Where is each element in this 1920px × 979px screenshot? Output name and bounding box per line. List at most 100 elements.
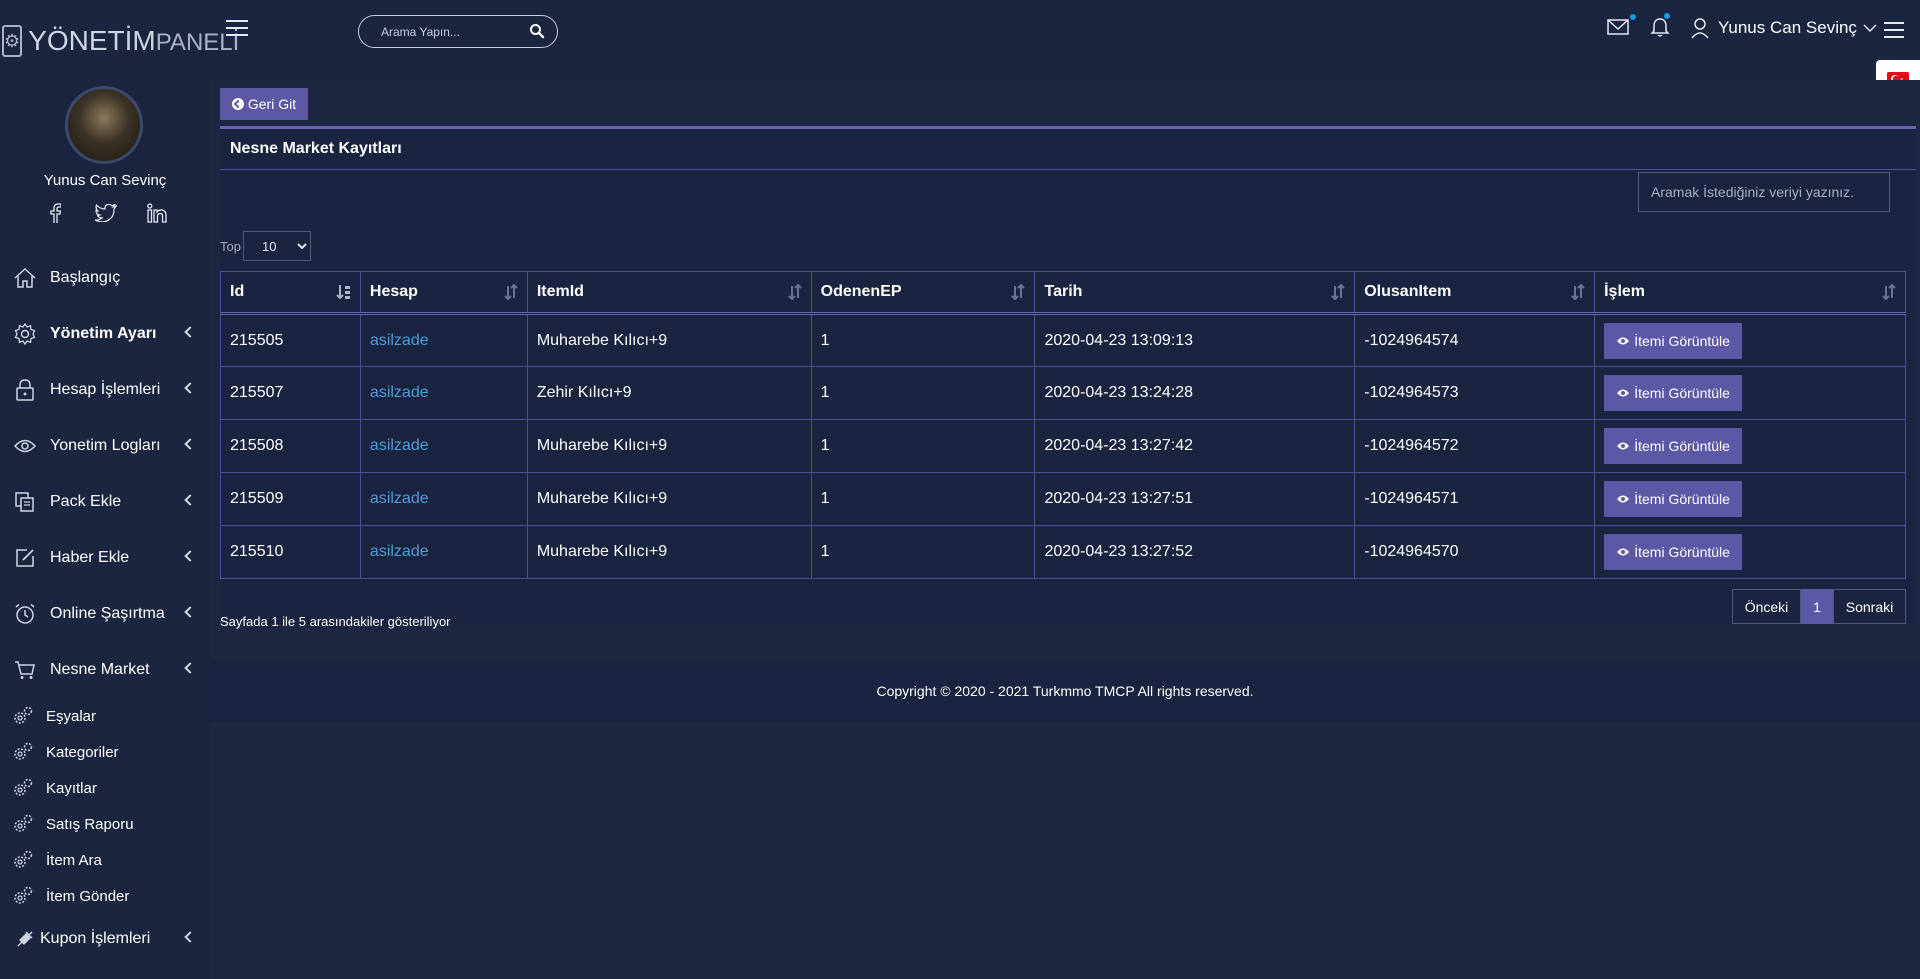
column-header-hesap[interactable]: Hesap — [359, 271, 528, 315]
social-links — [44, 202, 168, 224]
view-item-button[interactable]: İtemi Görüntüle — [1604, 322, 1743, 359]
alarm-clock-icon — [14, 603, 36, 625]
cell-hesap-link[interactable]: asilzade — [359, 419, 528, 473]
cell-hesap-link[interactable]: asilzade — [359, 313, 528, 367]
back-button[interactable]: Geri Git — [220, 88, 308, 120]
chevron-down-icon — [1863, 24, 1877, 33]
sidebar-menu: Başlangıç Yönetim Ayarı Hesap İşlemleri … — [0, 250, 210, 964]
sidebar-item-label: Kupon İşlemleri — [40, 930, 151, 947]
column-header-itemid[interactable]: ItemId — [526, 271, 812, 315]
sidebar-subitem-label: Kayıtlar — [46, 779, 97, 797]
sidebar-subitem-item-gonder[interactable]: İtem Gönder — [0, 878, 210, 914]
sidebar-item-label: Pack Ekle — [50, 493, 122, 510]
table-header-row: Id Hesap ItemId OdenenEP Tarih OlusanIte… — [220, 271, 1906, 315]
cell-itemid: Zehir Kılıcı+9 — [526, 366, 812, 420]
cell-islem: İtemi Görüntüle — [1594, 419, 1906, 473]
sidebar-subitem-satis-raporu[interactable]: Satış Raporu — [0, 806, 210, 842]
sort-icon — [1882, 284, 1896, 300]
twitter-icon[interactable] — [95, 202, 117, 224]
main-content: Geri Git Nesne Market Kayıtları Top 10 I… — [210, 80, 1920, 979]
user-name: Yunus Can Sevinç — [1718, 18, 1857, 37]
eye-icon — [1617, 442, 1630, 450]
sidebar-item-haber-ekle[interactable]: Haber Ekle — [0, 530, 210, 586]
page-length-control: Top 10 — [220, 231, 311, 261]
view-item-button[interactable]: İtemi Görüntüle — [1604, 428, 1743, 464]
mail-badge — [1630, 14, 1636, 20]
sidebar-item-pack-ekle[interactable]: Pack Ekle — [0, 474, 210, 530]
page-length-select[interactable]: 10 — [242, 231, 311, 261]
cell-islem: İtemi Görüntüle — [1594, 366, 1906, 420]
sidebar-toggle-icon[interactable] — [226, 20, 248, 38]
search-icon[interactable] — [529, 23, 545, 39]
chevron-left-icon — [184, 931, 196, 943]
table-search-input[interactable] — [1638, 172, 1890, 212]
view-item-button[interactable]: İtemi Görüntüle — [1604, 375, 1743, 411]
lock-icon — [14, 379, 36, 401]
pagination-previous-button[interactable]: Önceki — [1732, 589, 1801, 624]
bell-icon[interactable] — [1649, 16, 1671, 38]
sidebar-item-yonetim-ayari[interactable]: Yönetim Ayarı — [0, 306, 210, 362]
sort-asc-icon — [336, 285, 350, 300]
user-menu[interactable]: Yunus Can Sevinç — [1690, 16, 1877, 40]
column-header-odenenep[interactable]: OdenenEP — [810, 271, 1036, 315]
sidebar-subitem-kayitlar[interactable]: Kayıtlar — [0, 770, 210, 806]
mail-icon[interactable] — [1607, 18, 1629, 36]
search-input[interactable] — [359, 24, 519, 39]
view-item-label: İtemi Görüntüle — [1634, 491, 1730, 507]
back-button-label: Geri Git — [247, 96, 297, 112]
cell-odenenep: 1 — [810, 472, 1036, 526]
copyright-text: Copyright © 2020 - 2021 Turkmmo TMCP All… — [876, 683, 1254, 699]
sidebar-item-yonetim-loglari[interactable]: Yonetim Logları — [0, 418, 210, 474]
profile-name: Yunus Can Sevinç — [43, 172, 167, 189]
menu-icon[interactable] — [1884, 22, 1904, 40]
cell-itemid: Muharebe Kılıcı+9 — [526, 313, 812, 367]
cell-olusanitem: -1024964571 — [1354, 472, 1596, 526]
sidebar: Yunus Can Sevinç Başlangıç Yönetim Ayarı… — [0, 80, 210, 979]
logo-main-text: YÖNETİM — [28, 25, 156, 56]
chevron-left-icon — [184, 606, 196, 618]
view-item-button[interactable]: İtemi Görüntüle — [1604, 534, 1743, 570]
cell-odenenep: 1 — [810, 366, 1036, 420]
sidebar-item-baslangic[interactable]: Başlangıç — [0, 250, 210, 306]
gears-icon — [12, 741, 34, 763]
sidebar-item-online-sasirtma[interactable]: Online Şaşırtma — [0, 586, 210, 642]
cell-id: 215505 — [220, 313, 361, 367]
cell-id: 215509 — [220, 472, 361, 526]
footer: Copyright © 2020 - 2021 Turkmmo TMCP All… — [210, 660, 1920, 722]
cell-hesap-link[interactable]: asilzade — [359, 366, 528, 420]
chevron-left-icon — [184, 382, 196, 394]
pagination-page-button[interactable]: 1 — [1801, 589, 1833, 624]
column-header-olusanitem[interactable]: OlusanItem — [1354, 271, 1596, 315]
sidebar-item-nesne-market[interactable]: Nesne Market — [0, 642, 210, 698]
avatar[interactable] — [65, 86, 143, 164]
sidebar-subitem-item-ara[interactable]: İtem Ara — [0, 842, 210, 878]
column-header-islem[interactable]: İşlem — [1594, 271, 1906, 315]
sidebar-subitem-esyalar[interactable]: Eşyalar — [0, 698, 210, 734]
column-header-label: OlusanItem — [1364, 283, 1452, 300]
sort-icon — [1571, 284, 1585, 300]
column-header-label: Hesap — [369, 283, 418, 300]
view-item-button[interactable]: İtemi Görüntüle — [1604, 481, 1743, 517]
brand-logo[interactable]: ⚙ YÖNETİMPANELİ — [0, 20, 239, 62]
cell-tarih: 2020-04-23 13:27:42 — [1034, 419, 1356, 473]
column-header-tarih[interactable]: Tarih — [1034, 271, 1356, 315]
pagination-next-button[interactable]: Sonraki — [1833, 589, 1906, 624]
view-item-label: İtemi Görüntüle — [1634, 385, 1730, 401]
cell-hesap-link[interactable]: asilzade — [359, 472, 528, 526]
column-header-id[interactable]: Id — [220, 271, 361, 315]
page-length-label: Top — [220, 238, 241, 254]
eye-icon — [1617, 389, 1630, 397]
cell-olusanitem: -1024964572 — [1354, 419, 1596, 473]
sort-icon — [1331, 284, 1345, 300]
table-row: 215507 asilzade Zehir Kılıcı+9 1 2020-04… — [220, 366, 1906, 420]
sidebar-subitem-label: İtem Gönder — [46, 887, 130, 905]
eye-icon — [14, 435, 36, 457]
sidebar-item-hesap-islemleri[interactable]: Hesap İşlemleri — [0, 362, 210, 418]
cell-tarih: 2020-04-23 13:27:52 — [1034, 525, 1356, 579]
facebook-icon[interactable] — [44, 202, 66, 224]
linkedin-icon[interactable] — [146, 202, 168, 224]
cell-hesap-link[interactable]: asilzade — [359, 525, 528, 579]
table-row: 215505 asilzade Muharebe Kılıcı+9 1 2020… — [220, 313, 1906, 367]
sidebar-subitem-kategoriler[interactable]: Kategoriler — [0, 734, 210, 770]
sidebar-item-kupon-islemleri[interactable]: Kupon İşlemleri — [0, 914, 210, 964]
